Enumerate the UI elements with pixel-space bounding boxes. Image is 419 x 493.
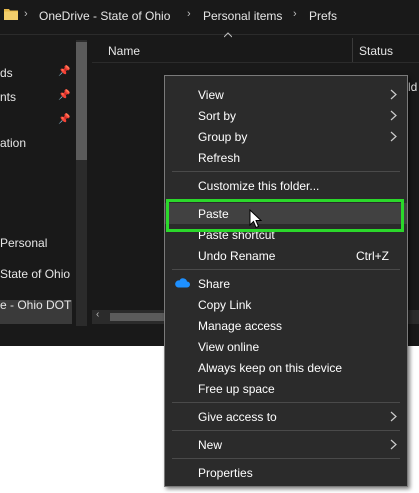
- menu-item-shortcut: Ctrl+Z: [356, 249, 389, 263]
- breadcrumb-separator: ›: [187, 8, 191, 20]
- chevron-right-icon: [390, 110, 397, 121]
- chevron-right-icon: [390, 439, 397, 450]
- menu-separator: [172, 402, 400, 403]
- menu-item-view-online[interactable]: View online: [165, 336, 407, 357]
- breadcrumb-item-prefs[interactable]: Prefs: [309, 9, 337, 23]
- navigation-pane: ds 📌 nts 📌 📌 ation Personal State of Ohi…: [0, 40, 87, 326]
- menu-item-label: Sort by: [198, 109, 237, 123]
- menu-item-label: View: [198, 88, 224, 102]
- status-cell: ld: [408, 80, 418, 94]
- nav-scrollbar-thumb[interactable]: [76, 42, 87, 160]
- nav-item-onedrive-state-of-ohio[interactable]: State of Ohio: [0, 267, 70, 281]
- menu-item-label: View online: [198, 340, 260, 354]
- menu-item-group-by[interactable]: Group by: [165, 126, 407, 147]
- menu-item-give-access-to[interactable]: Give access to: [165, 406, 407, 427]
- column-divider[interactable]: [352, 38, 353, 62]
- scroll-left-icon[interactable]: ‹: [96, 309, 99, 320]
- column-header-row: Name Status: [92, 38, 419, 63]
- nav-item-location[interactable]: ation: [0, 136, 26, 150]
- menu-item-properties[interactable]: Properties: [165, 462, 407, 483]
- nav-item-documents[interactable]: nts: [0, 90, 16, 104]
- breadcrumb-separator: ›: [293, 8, 297, 20]
- onedrive-cloud-icon: [175, 278, 190, 288]
- chevron-right-icon: [390, 411, 397, 422]
- menu-item-manage-access[interactable]: Manage access: [165, 315, 407, 336]
- menu-item-share[interactable]: Share: [165, 273, 407, 294]
- menu-item-label: Free up space: [198, 382, 275, 396]
- menu-item-label: New: [198, 438, 223, 452]
- menu-item-undo-rename[interactable]: Undo Rename Ctrl+Z: [165, 245, 407, 266]
- context-menu: View Sort by Group by Refresh Customize …: [164, 75, 408, 487]
- menu-item-new[interactable]: New: [165, 434, 407, 455]
- column-header-name[interactable]: Name: [108, 44, 140, 58]
- menu-item-label: Properties: [198, 466, 253, 480]
- menu-item-label: Manage access: [198, 319, 283, 333]
- pin-icon: 📌: [58, 66, 71, 77]
- menu-item-sort-by[interactable]: Sort by: [165, 105, 407, 126]
- menu-item-refresh[interactable]: Refresh: [165, 147, 407, 168]
- nav-item-onedrive-ohio-dot[interactable]: e - Ohio DOT: [0, 298, 71, 312]
- nav-item-downloads[interactable]: ds: [0, 66, 13, 80]
- chevron-right-icon: [390, 89, 397, 100]
- menu-item-label: Give access to: [198, 410, 277, 424]
- menu-item-always-keep[interactable]: Always keep on this device: [165, 357, 407, 378]
- menu-item-label: Group by: [198, 130, 248, 144]
- menu-item-customize-folder[interactable]: Customize this folder...: [165, 175, 407, 196]
- horizontal-scrollbar-thumb[interactable]: [110, 313, 170, 321]
- folder-icon: [4, 9, 18, 20]
- menu-item-free-up-space[interactable]: Free up space: [165, 378, 407, 399]
- breadcrumb-item-personal-items[interactable]: Personal items: [203, 9, 282, 23]
- breadcrumb-item-onedrive[interactable]: OneDrive - State of Ohio: [39, 9, 170, 23]
- menu-item-label: Share: [198, 277, 231, 291]
- chevron-right-icon: [390, 131, 397, 142]
- menu-separator: [172, 171, 400, 172]
- paste-highlight-box: [166, 199, 404, 232]
- menu-item-label: Copy Link: [198, 298, 252, 312]
- menu-separator: [172, 430, 400, 431]
- address-bar[interactable]: › OneDrive - State of Ohio › Personal it…: [0, 0, 419, 35]
- menu-item-copy-link[interactable]: Copy Link: [165, 294, 407, 315]
- column-header-status[interactable]: Status: [359, 44, 393, 58]
- mouse-pointer-icon: [249, 209, 263, 229]
- menu-separator: [172, 458, 400, 459]
- menu-item-view[interactable]: View: [165, 84, 407, 105]
- menu-item-label: Always keep on this device: [198, 361, 343, 375]
- menu-separator: [172, 269, 400, 270]
- menu-item-label: Undo Rename: [198, 249, 276, 263]
- menu-item-label: Customize this folder...: [198, 179, 320, 193]
- pin-icon: 📌: [58, 114, 71, 125]
- menu-item-label: Refresh: [198, 151, 241, 165]
- pin-icon: 📌: [58, 90, 71, 101]
- nav-item-onedrive-personal[interactable]: Personal: [0, 236, 47, 250]
- breadcrumb-separator: ›: [24, 8, 28, 20]
